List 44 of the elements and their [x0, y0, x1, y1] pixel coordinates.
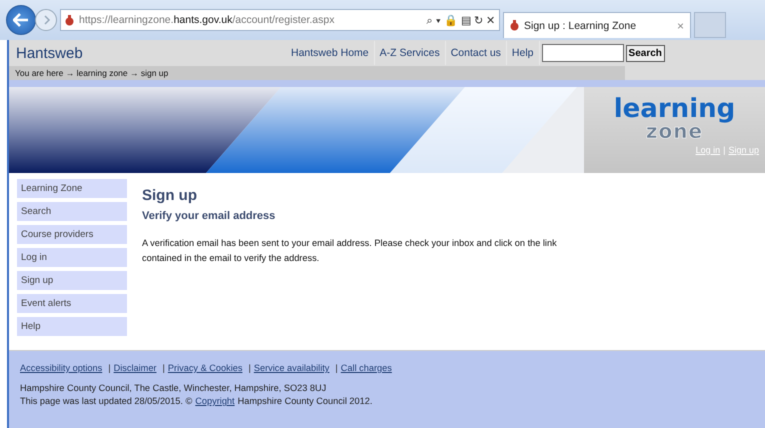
address-bar[interactable]: https://learningzone.hants.gov.uk/account/register.aspx ⌕ ▾ 🔒 ▤ ↻ ✕ [60, 9, 500, 31]
browser-tab[interactable]: Sign up : Learning Zone × [503, 12, 691, 38]
separator: | [723, 145, 726, 155]
logo-text: learning [614, 97, 736, 121]
url-text: https://learningzone.hants.gov.uk/account/register.aspx [79, 14, 336, 26]
footer-link[interactable]: Privacy & Cookies [168, 363, 242, 373]
footer-link[interactable]: Call charges [340, 363, 392, 373]
message-text: A verification email has been sent to your email address. Please check your inbox and click on the link contained in the email to verify the address. [142, 237, 558, 265]
footer-link[interactable]: Service availability [254, 363, 330, 373]
search-field[interactable] [542, 44, 624, 62]
separator: | [248, 363, 251, 373]
sidebar-item[interactable]: Search [17, 202, 127, 221]
nav-link[interactable]: Hantsweb Home [286, 41, 375, 65]
updated-text: This page was last updated 28/05/2015. © [20, 395, 192, 408]
sidebar-item[interactable]: Help [17, 317, 127, 336]
back-button[interactable] [6, 5, 36, 35]
page-subtitle: Verify your email address [142, 210, 276, 222]
separator: | [108, 363, 111, 373]
sidebar-item[interactable]: Learning Zone [17, 179, 127, 198]
address-text: Hampshire County Council, The Castle, Winchester, Hampshire, SO23 8UJ [20, 382, 328, 395]
sidebar-item[interactable]: Log in [17, 248, 127, 267]
breadcrumb: You are here → learning zone → sign up [9, 66, 625, 80]
tab-close-button[interactable]: × [676, 18, 684, 32]
footer-link[interactable]: Accessibility options [20, 363, 102, 373]
sidebar-item[interactable]: Sign up [17, 271, 127, 290]
nav-link[interactable]: A-Z Services [374, 41, 446, 65]
sidebar-item[interactable]: Course providers [17, 225, 127, 244]
separator: | [335, 363, 338, 373]
copyright-link[interactable]: Copyright [195, 395, 235, 408]
back-arrow-icon [13, 13, 29, 27]
site-icon [65, 14, 74, 26]
sidebar-item[interactable]: Event alerts [17, 294, 127, 313]
nav-link[interactable]: Contact us [446, 41, 507, 65]
nav-link[interactable]: Help [506, 41, 540, 65]
separator: | [162, 363, 165, 373]
footer-link[interactable]: Disclaimer [114, 363, 156, 373]
site-name[interactable]: Hantsweb [16, 44, 286, 62]
copyright-text: Hampshire County Council 2012. [238, 395, 372, 408]
search-button[interactable]: Search [626, 44, 665, 62]
address-controls[interactable]: ⌕ ▾ 🔒 ▤ ↻ ✕ [426, 14, 495, 26]
page-title: Sign up [142, 187, 198, 204]
logo-text: zone [646, 121, 704, 141]
site-icon [510, 20, 519, 31]
tab-title: Sign up : Learning Zone [524, 20, 638, 32]
